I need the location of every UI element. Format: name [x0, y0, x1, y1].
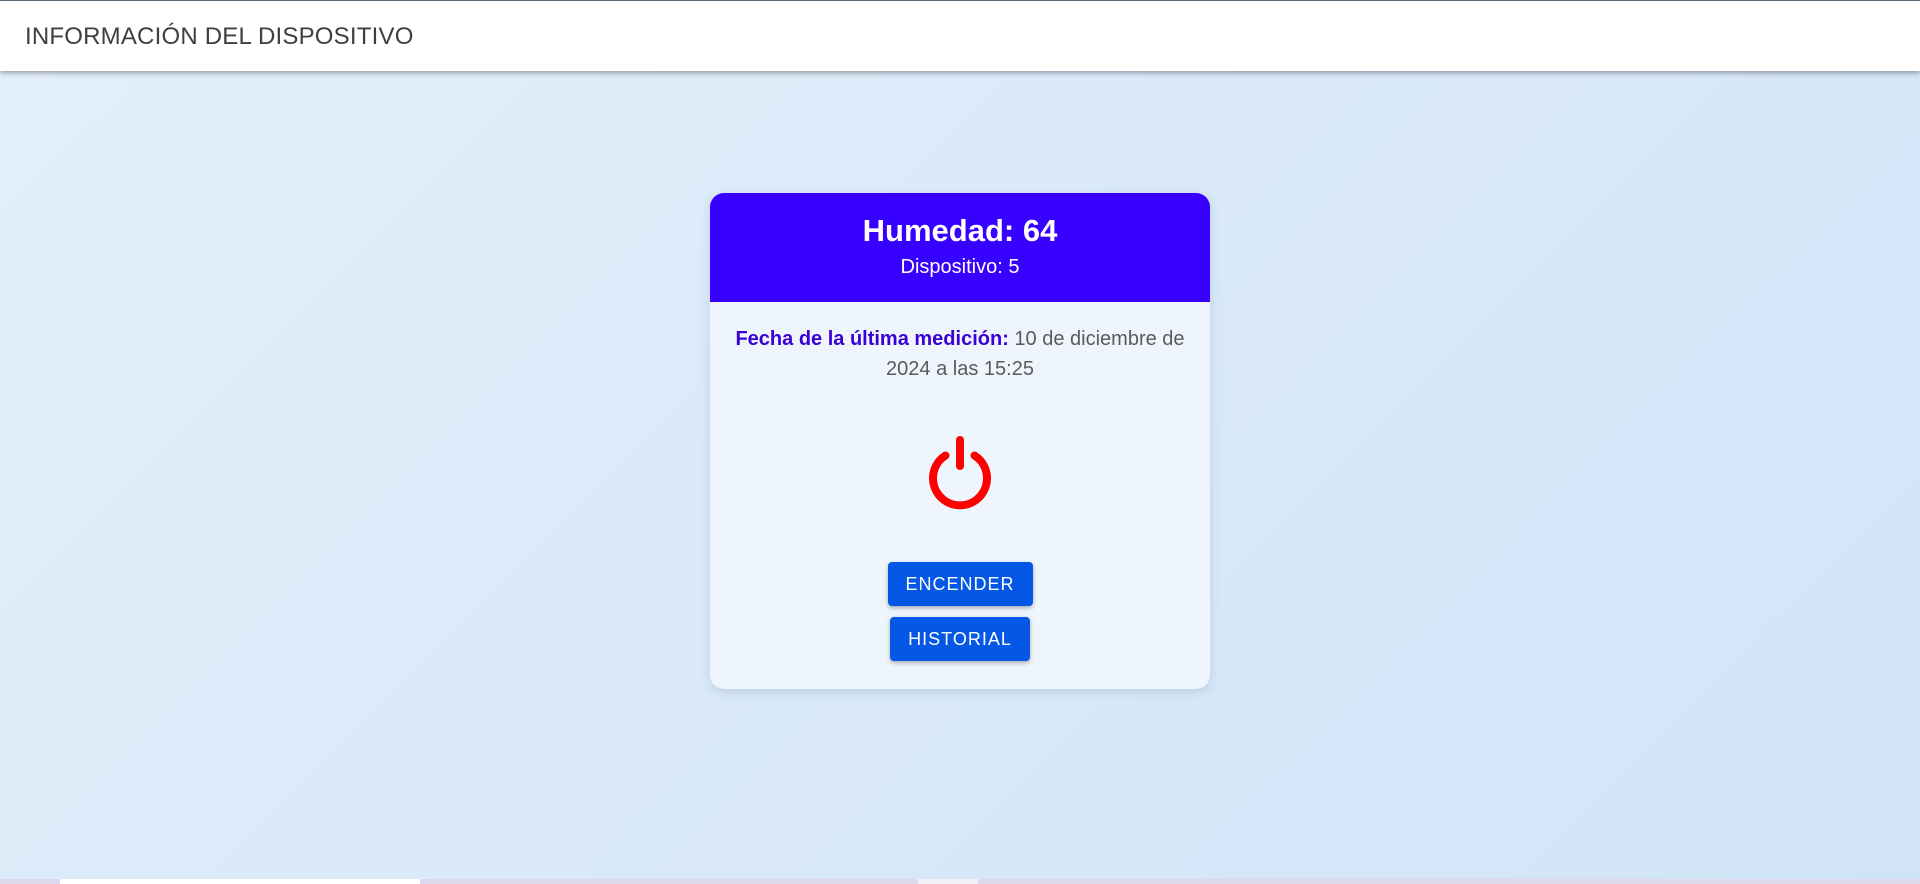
- bottom-strip-segment: [918, 879, 978, 884]
- top-app-bar: INFORMACIÓN DEL DISPOSITIVO: [0, 0, 1920, 71]
- last-measurement-line: Fecha de la última medición: 10 de dicie…: [730, 324, 1190, 384]
- bottom-strip-segment: [60, 879, 420, 884]
- device-card: Humedad: 64 Dispositivo: 5 Fecha de la ú…: [710, 193, 1210, 689]
- humidity-title: Humedad: 64: [862, 213, 1058, 248]
- card-body: Fecha de la última medición: 10 de dicie…: [710, 324, 1210, 661]
- page-title: INFORMACIÓN DEL DISPOSITIVO: [25, 23, 414, 50]
- turn-on-button[interactable]: Encender: [887, 562, 1033, 606]
- history-button[interactable]: Historial: [890, 617, 1030, 661]
- card-header: Humedad: 64 Dispositivo: 5: [710, 193, 1210, 302]
- last-measurement-label: Fecha de la última medición:: [735, 328, 1009, 350]
- device-subtitle: Dispositivo: 5: [900, 256, 1020, 278]
- power-icon: [920, 430, 1000, 510]
